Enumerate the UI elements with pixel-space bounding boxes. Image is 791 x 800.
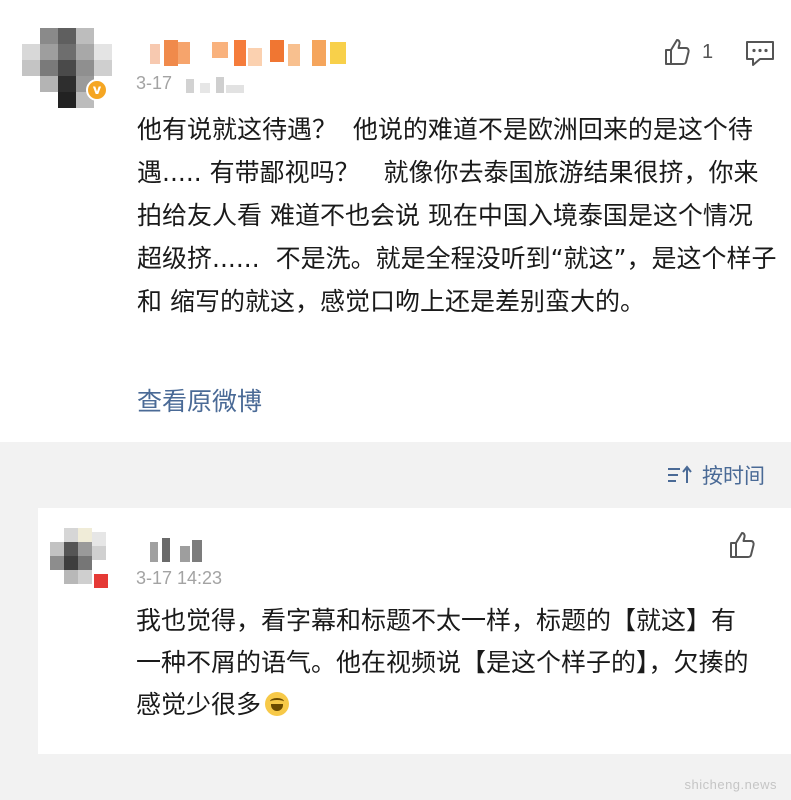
reply-comment: 3-17 14:23 我也觉得，看字幕和标题不太一样，标题的【就这】有一种不屑的…	[38, 508, 791, 754]
comment-source-blur	[182, 77, 244, 95]
sort-label: 按时间	[702, 464, 765, 488]
verified-badge-icon: v	[86, 79, 108, 101]
comment-bubble-icon	[746, 41, 774, 66]
reply-timestamp: 3-17 14:23	[136, 568, 223, 588]
reply-text: 我也觉得，看字幕和标题不太一样，标题的【就这】有一种不屑的语气。他在视频说【是这…	[136, 606, 749, 719]
comment-text: 他有说就这待遇？ 他说的难道不是欧洲回来的是这个待遇..... 有带鄙视吗？ 就…	[137, 115, 785, 316]
sort-icon	[668, 465, 692, 483]
comment-date: 3-17	[136, 73, 173, 93]
reply-card: 3-17 14:23 我也觉得，看字幕和标题不太一样，标题的【就这】有一种不屑的…	[0, 508, 791, 754]
reply-button[interactable]	[744, 38, 776, 68]
reply-like-button[interactable]	[726, 530, 760, 562]
reply-text-block: 我也觉得，看字幕和标题不太一样，标题的【就这】有一种不屑的语气。他在视频说【是这…	[136, 600, 756, 726]
thumbs-up-icon	[665, 39, 690, 65]
watermark: shicheng.news	[684, 777, 777, 792]
like-button[interactable]: 1	[662, 36, 713, 68]
commenter-username[interactable]	[150, 38, 350, 68]
laughing-tears-emoji-icon	[265, 692, 290, 716]
thumbs-up-icon	[730, 532, 755, 558]
sort-bar: 按时间	[0, 442, 791, 508]
view-original-weibo-link[interactable]: 查看原微博	[137, 382, 262, 418]
main-comment: v 3-17 1 他有说就这待遇？ 他说的难道不是欧洲回来的是这个待遇.....…	[0, 0, 791, 442]
bottom-strip	[0, 754, 791, 800]
sort-by-time-button[interactable]: 按时间	[666, 460, 765, 490]
like-count: 1	[702, 40, 714, 63]
replier-avatar[interactable]	[50, 528, 122, 600]
replier-username[interactable]	[150, 536, 210, 566]
